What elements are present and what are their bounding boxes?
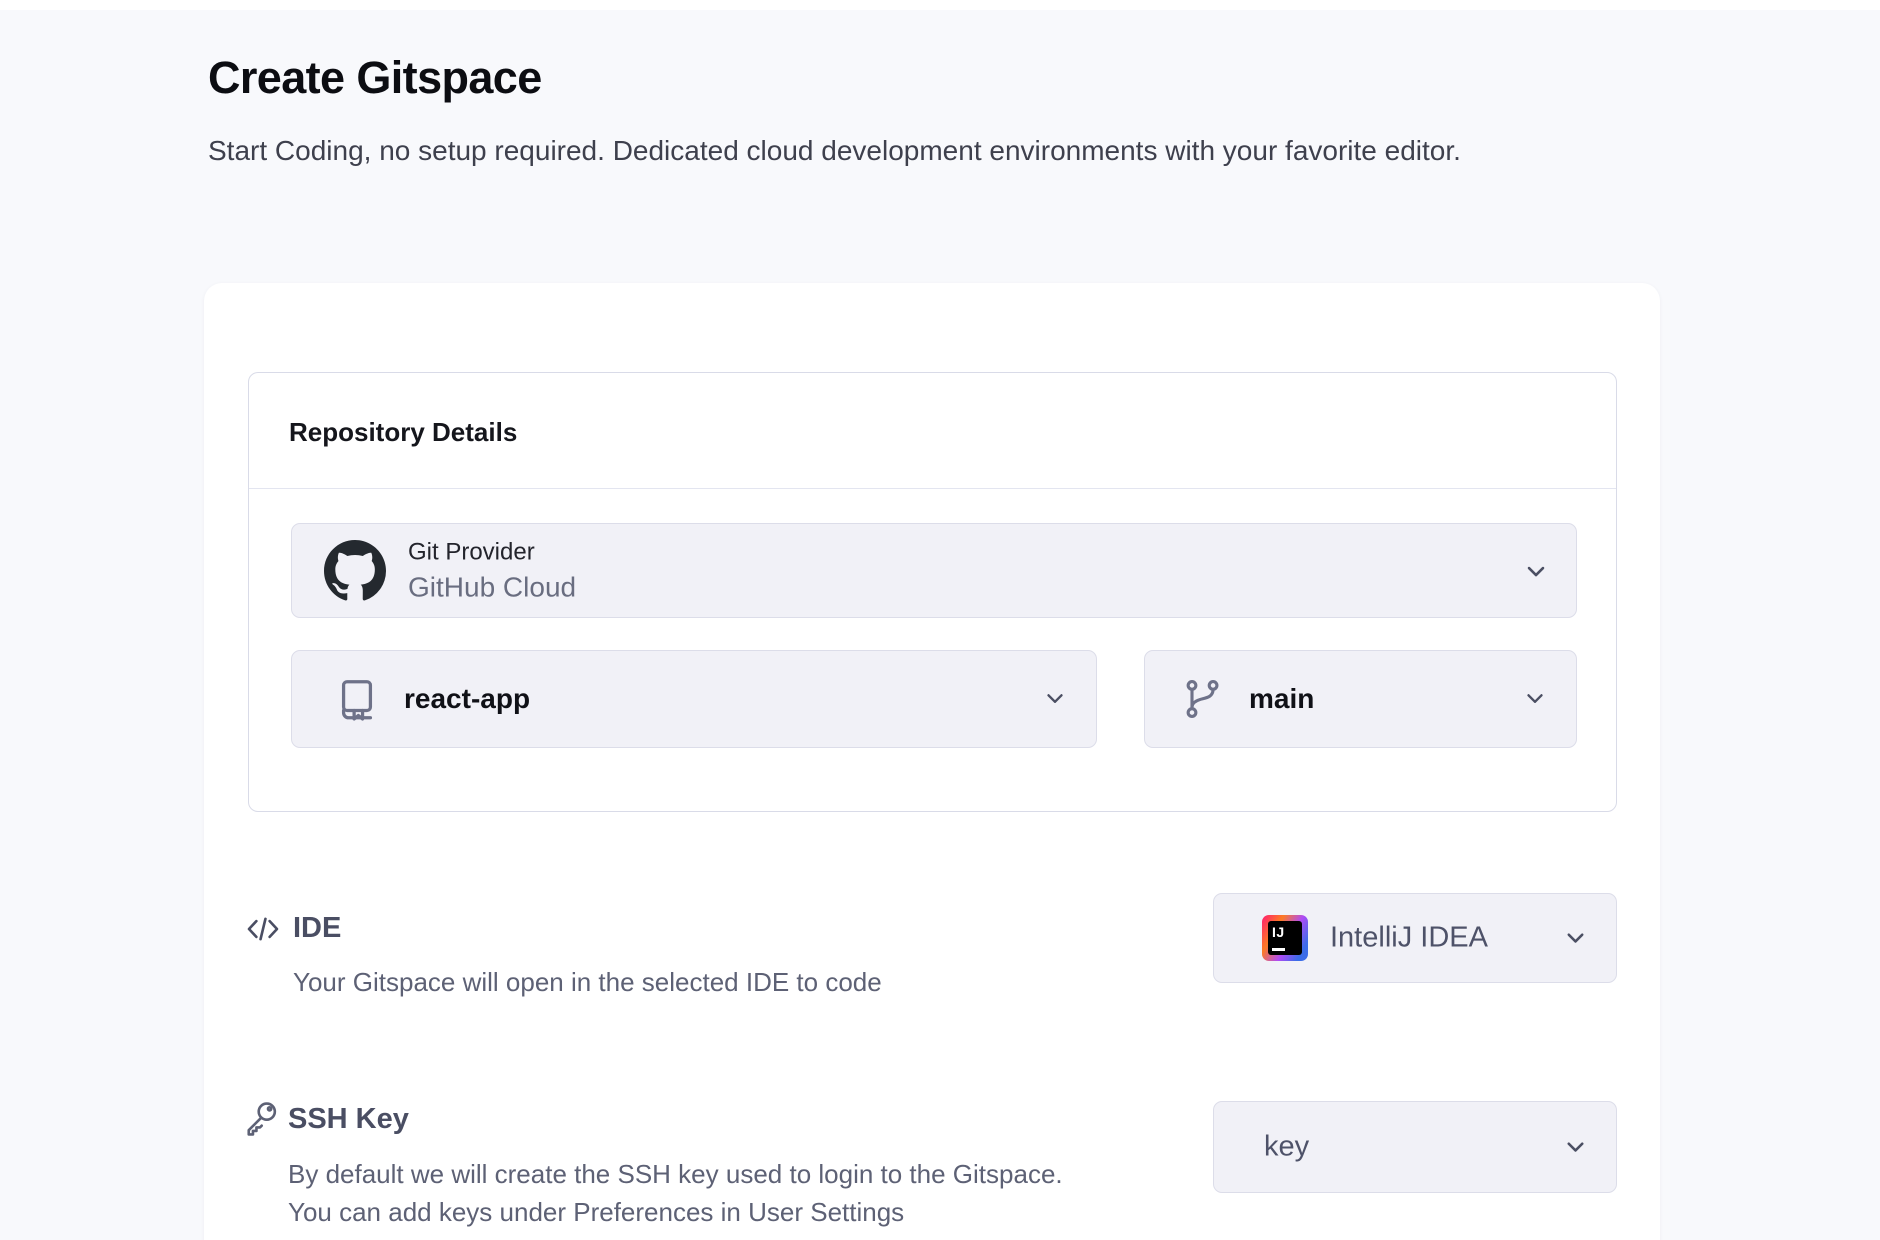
repository-details-heading: Repository Details — [289, 417, 517, 448]
key-icon — [240, 1098, 282, 1140]
page-title: Create Gitspace — [208, 52, 542, 104]
branch-select[interactable]: main — [1144, 650, 1577, 748]
chevron-down-icon — [1522, 685, 1550, 713]
intellij-icon-bar — [1272, 948, 1285, 952]
ssh-key-value: key — [1264, 1131, 1309, 1164]
ssh-key-description: By default we will create the SSH key us… — [288, 1155, 1063, 1231]
divider — [249, 488, 1616, 489]
ide-value: IntelliJ IDEA — [1330, 922, 1488, 955]
chevron-down-icon — [1562, 1133, 1590, 1161]
git-provider-label: Git Provider — [408, 538, 576, 566]
ide-description: Your Gitspace will open in the selected … — [293, 963, 882, 1001]
branch-icon — [1181, 677, 1225, 721]
github-icon — [324, 540, 386, 602]
repository-details-card: Repository Details Git Provider GitHub C… — [248, 372, 1617, 812]
git-provider-text: Git Provider GitHub Cloud — [408, 538, 576, 603]
top-bar — [0, 0, 1880, 10]
intellij-icon-inner: IJ — [1268, 921, 1302, 955]
git-provider-value: GitHub Cloud — [408, 571, 576, 603]
ssh-key-select[interactable]: key — [1213, 1101, 1617, 1193]
intellij-icon-letters: IJ — [1272, 924, 1285, 940]
ide-label: IDE — [293, 912, 341, 945]
ssh-key-description-line2: You can add keys under Preferences in Us… — [288, 1193, 1063, 1231]
chevron-down-icon — [1562, 924, 1590, 952]
chevron-down-icon — [1042, 685, 1070, 713]
code-icon — [242, 908, 284, 950]
git-provider-select[interactable]: Git Provider GitHub Cloud — [291, 523, 1577, 618]
repo-icon — [334, 676, 380, 722]
repository-value: react-app — [404, 683, 530, 715]
branch-value: main — [1249, 683, 1314, 715]
repository-select[interactable]: react-app — [291, 650, 1097, 748]
ssh-key-description-line1: By default we will create the SSH key us… — [288, 1155, 1063, 1193]
intellij-icon: IJ — [1262, 915, 1308, 961]
page-subtitle: Start Coding, no setup required. Dedicat… — [208, 130, 1608, 171]
ide-select[interactable]: IJ IntelliJ IDEA — [1213, 893, 1617, 983]
chevron-down-icon — [1522, 557, 1550, 585]
ssh-key-label: SSH Key — [288, 1103, 409, 1136]
